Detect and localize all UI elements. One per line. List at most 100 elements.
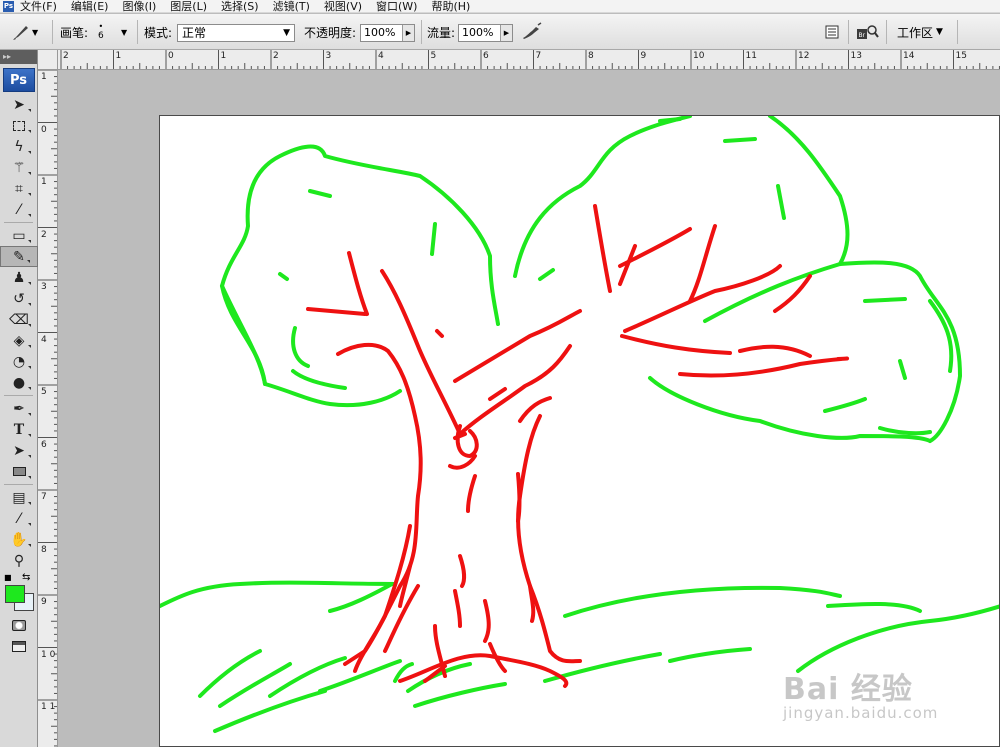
opacity-field[interactable]: 100% ▶ [360,24,415,42]
menu-bar: Ps 文件(F) 编辑(E) 图像(I) 图层(L) 选择(S) 滤镜(T) 视… [0,0,1000,13]
menu-view[interactable]: 视图(V) [324,0,362,12]
ruler-top-label: 7 [535,51,542,61]
bridge-icon: Br [857,25,879,39]
menu-help[interactable]: 帮助(H) [431,0,470,12]
zoom-icon: ⚲ [13,552,25,569]
menu-edit[interactable]: 编辑(E) [71,0,109,12]
dodge-icon: ● [12,374,26,391]
ruler-top-label: 2 [273,51,279,61]
menu-file[interactable]: 文件(F) [20,0,57,12]
ruler-left-label: 0 [41,124,47,135]
magic-wand-tool[interactable]: ⚚ [0,157,38,178]
eyedropper-icon: ⁄ [17,510,21,527]
menu-filter[interactable]: 滤镜(T) [273,0,310,12]
lasso-tool[interactable]: ϟ [0,136,38,157]
ruler-top-label: 4 [378,51,384,61]
shape-tool[interactable] [0,461,38,482]
workspace-menu[interactable]: 工作区 ▼ [897,14,943,50]
chevron-down-icon: ▼ [32,27,39,37]
dodge-tool[interactable]: ● [0,372,38,393]
blend-mode-select[interactable]: 正常 ▼ [177,24,295,42]
menu-select[interactable]: 选择(S) [221,0,259,12]
options-bar: ▼ 画笔: • 6 ▼ 模式: 正常 ▼ 不透明度: 100% ▶ 流量: 10… [0,14,1000,50]
marquee-tool[interactable] [0,115,38,136]
flow-field[interactable]: 100% ▶ [458,24,513,42]
ruler-left-label: 7 [41,492,47,502]
screen-mode-icon [12,641,26,652]
toolbox-separator [4,222,33,223]
blur-tool[interactable]: ◔ [0,351,38,372]
clone-stamp-tool[interactable]: ♟ [0,267,38,288]
crop-icon: ⌗ [15,180,23,197]
paint-bucket-tool[interactable]: ◈ [0,330,38,351]
opacity-label: 不透明度: [304,25,357,40]
menu-image[interactable]: 图像(I) [122,0,156,12]
foreground-color-swatch[interactable] [5,585,25,603]
notes-tool[interactable]: ▤ [0,487,38,508]
default-colors-icon[interactable]: ■ [4,573,12,582]
quick-mask-toggle[interactable] [0,615,38,636]
ruler-left-label: 1 [41,177,47,187]
airbrush-toggle[interactable] [520,14,544,50]
opacity-slider-toggle-icon[interactable]: ▶ [402,25,414,41]
eraser-tool[interactable]: ⌫ [0,309,38,330]
bridge-button[interactable]: Br [856,14,880,50]
menu-layer[interactable]: 图层(L) [170,0,207,12]
tree-drawing [160,116,999,733]
brush-icon: ✎ [13,248,25,265]
ps-logo[interactable]: Ps [2,68,35,92]
toolbox-separator [4,395,33,396]
ruler-left-label: 6 [41,439,47,450]
eyedropper-tool[interactable]: ⁄ [0,508,38,529]
brush-picker[interactable]: • 6 [98,14,104,50]
hand-tool[interactable]: ✋ [0,529,38,550]
horizontal-ruler[interactable]: 2 1 0 1 2 3 4 5 6 7 8 9 10 11 12 13 14 15 [58,50,1000,70]
brush-picker-arrow-icon[interactable]: ▼ [121,28,127,37]
foliage-strokes [160,116,999,733]
slice-icon: ⁄ [17,201,21,218]
stamp-icon: ♟ [12,269,26,286]
slice-tool[interactable]: ⁄ [0,199,38,220]
options-separator [848,20,849,44]
ruler-top-label: 15 [955,51,967,61]
move-icon: ➤ [13,96,25,113]
toggle-brushes-palette[interactable] [824,14,840,50]
ruler-left-label: 1 1 [41,702,56,712]
healing-brush-tool[interactable]: ▭ [0,225,38,246]
options-separator [137,20,138,44]
ps-app-icon[interactable]: Ps [3,0,14,12]
path-select-icon: ➤ [13,442,25,459]
tool-preset-picker[interactable]: ▼ [10,14,38,50]
marquee-icon [13,120,25,131]
toolbox-grip[interactable]: ▸▸ [0,50,37,64]
quick-mask-icon [12,620,26,631]
history-brush-icon: ↺ [13,290,25,307]
history-brush-tool[interactable]: ↺ [0,288,38,309]
swap-colors-icon[interactable]: ⇆ [22,572,30,583]
zoom-tool[interactable]: ⚲ [0,550,38,571]
document-canvas[interactable]: Bai 经验 jingyan.baidu.com [159,115,1000,747]
watermark-logo: Bai 经验 [783,672,913,707]
options-separator [421,20,422,44]
ruler-left-label: 5 [41,387,47,397]
ruler-left-label: 3 [41,282,47,292]
move-tool[interactable]: ➤ [0,94,38,115]
pen-tool[interactable]: ✒ [0,398,38,419]
screen-mode-toggle[interactable] [0,636,38,657]
path-selection-tool[interactable]: ➤ [0,440,38,461]
workspace-label: 工作区 [897,25,934,40]
menu-window[interactable]: 窗口(W) [376,0,417,12]
ruler-left-label: 1 [41,72,47,82]
crop-tool[interactable]: ⌗ [0,178,38,199]
eraser-icon: ⌫ [9,311,29,328]
ruler-origin[interactable] [38,50,58,70]
opacity-value: 100% [364,26,396,39]
brush-tool[interactable]: ✎ [0,246,38,267]
bucket-icon: ◈ [13,332,25,349]
ruler-left-label: 9 [41,597,47,607]
type-tool[interactable]: T [0,419,38,440]
bandage-icon: ▭ [12,227,26,244]
flow-slider-toggle-icon[interactable]: ▶ [500,25,512,41]
ruler-left-label: 2 [41,229,47,240]
vertical-ruler[interactable]: 101234567891 01 1 [38,70,58,747]
